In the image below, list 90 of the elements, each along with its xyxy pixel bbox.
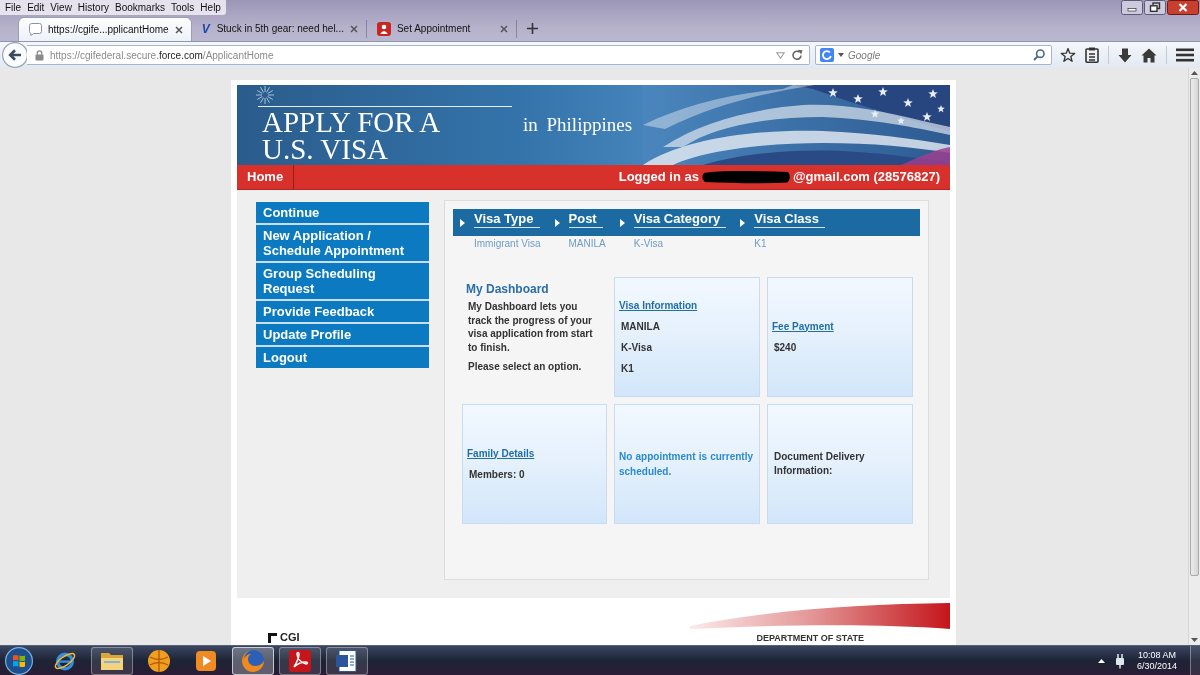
step-value: K1 bbox=[754, 238, 767, 250]
sidebar-link[interactable]: New Application / Schedule Appointment bbox=[256, 225, 429, 263]
browser-tab[interactable]: https://cgife...pplicantHome bbox=[18, 17, 192, 41]
login-label: Logged in as bbox=[618, 168, 699, 187]
step-label: Visa Class bbox=[754, 209, 826, 228]
clipboard-icon[interactable] bbox=[1085, 47, 1099, 63]
banner-title: APPLY FOR A U.S. VISA bbox=[262, 109, 441, 163]
card-text: MANILA bbox=[621, 320, 660, 333]
reload-button[interactable] bbox=[791, 49, 803, 61]
tab-close-button[interactable] bbox=[174, 25, 183, 34]
scroll-up-icon[interactable] bbox=[1191, 71, 1198, 75]
clock-time[interactable]: 10:08 AM bbox=[1136, 649, 1177, 661]
star-icon[interactable] bbox=[1060, 47, 1076, 63]
step-value: Immigrant Visa bbox=[474, 238, 541, 250]
menu-item[interactable]: Help bbox=[197, 0, 224, 15]
menu-item[interactable]: View bbox=[47, 0, 75, 15]
browser-tab[interactable]: V Stuck in 5th gear: need hel... bbox=[191, 20, 367, 38]
restore-button[interactable] bbox=[1144, 0, 1166, 15]
card-text: K-Visa bbox=[621, 341, 652, 354]
caret-icon[interactable] bbox=[838, 53, 844, 57]
search-icon[interactable] bbox=[1033, 49, 1045, 61]
search-engine-icon bbox=[820, 48, 834, 62]
globe-icon bbox=[241, 648, 265, 673]
department-text: DEPARTMENT OF STATE bbox=[756, 633, 864, 643]
taskbar-button[interactable] bbox=[232, 646, 274, 675]
home-icon[interactable] bbox=[1141, 47, 1157, 63]
close-button[interactable] bbox=[1167, 0, 1199, 15]
badge-icon bbox=[376, 22, 391, 36]
menu-item[interactable]: Tools bbox=[168, 0, 198, 15]
browser-tab[interactable]: Set Appointment bbox=[366, 20, 517, 38]
card-text: K1 bbox=[621, 362, 634, 375]
start-button[interactable] bbox=[5, 646, 33, 675]
menu-item[interactable]: Bookmarks bbox=[112, 0, 168, 15]
sidebar-link[interactable]: Update Profile bbox=[256, 324, 429, 347]
ribbon-tile-icon bbox=[288, 648, 312, 673]
taskbar-button[interactable] bbox=[279, 646, 321, 675]
show-desktop-button[interactable] bbox=[1190, 645, 1200, 675]
banner-location: in Philippines bbox=[523, 114, 633, 137]
logo-mark-icon bbox=[268, 633, 277, 643]
appointment-notice: No appointment is currently scheduled. bbox=[619, 450, 753, 479]
menu-item[interactable]: History bbox=[74, 0, 112, 15]
back-button[interactable] bbox=[2, 42, 28, 68]
tab-close-button[interactable] bbox=[349, 25, 358, 33]
document-icon bbox=[335, 648, 359, 673]
page-icon bbox=[29, 23, 42, 36]
home-link[interactable]: Home bbox=[237, 165, 295, 189]
card-link[interactable]: Visa Information bbox=[619, 299, 698, 312]
sidebar-link[interactable]: Provide Feedback bbox=[256, 301, 429, 324]
sidebar-link[interactable]: Group Scheduling Request bbox=[256, 263, 429, 301]
play-icon bbox=[194, 648, 218, 673]
scroll-down-icon[interactable] bbox=[1191, 638, 1198, 642]
step-caret-icon bbox=[554, 219, 560, 227]
taskbar-button[interactable] bbox=[91, 646, 133, 675]
power-plug-icon[interactable] bbox=[1113, 652, 1126, 669]
favicon-text: V bbox=[201, 22, 211, 36]
step-caret-icon bbox=[619, 219, 625, 227]
step-caret-icon bbox=[740, 219, 746, 227]
menu-item[interactable]: File bbox=[2, 0, 25, 15]
step-label: Visa Type bbox=[474, 209, 540, 228]
download-icon[interactable] bbox=[1118, 47, 1132, 63]
step-value: K-Visa bbox=[633, 238, 664, 250]
dashboard-title: My Dashboard bbox=[466, 282, 550, 296]
sidebar-link[interactable]: Continue bbox=[256, 202, 429, 225]
logo-text: CGI bbox=[280, 632, 300, 643]
dashboard-prompt: Please select an option. bbox=[468, 360, 583, 373]
clock-date[interactable]: 6/30/2014 bbox=[1136, 660, 1177, 672]
card-link[interactable]: Fee Payment bbox=[772, 320, 834, 333]
minimize-button[interactable] bbox=[1121, 0, 1143, 15]
card-text: Members: 0 bbox=[469, 468, 525, 481]
ball-icon bbox=[147, 648, 171, 673]
menu-icon[interactable] bbox=[1176, 48, 1194, 62]
step-label: Post bbox=[568, 209, 603, 228]
card-text: $240 bbox=[774, 341, 797, 354]
scrollbar-thumb[interactable] bbox=[1190, 78, 1199, 576]
sidebar-link[interactable]: Logout bbox=[256, 347, 429, 368]
address-field[interactable]: https://cgifederal.secure.force.com/ApplicantHome bbox=[27, 45, 810, 65]
tab-close-button[interactable] bbox=[499, 25, 508, 33]
card-text: Document Delivery Information: bbox=[774, 450, 866, 478]
login-email: @gmail.com (28576827) bbox=[792, 168, 940, 187]
card-link[interactable]: Family Details bbox=[467, 447, 535, 460]
step-value: MANILA bbox=[568, 238, 606, 250]
taskbar-button[interactable] bbox=[326, 646, 368, 675]
new-tab-button[interactable] bbox=[526, 23, 538, 34]
dashboard-description: My Dashboard lets you track the progress of your visa application from start to finish. bbox=[468, 300, 594, 354]
step-caret-icon bbox=[460, 219, 465, 227]
search-field[interactable]: Google bbox=[815, 45, 1052, 65]
tray-caret-icon[interactable] bbox=[1097, 658, 1105, 663]
menu-item[interactable]: Edit bbox=[24, 0, 48, 15]
dropdown-icon[interactable] bbox=[776, 51, 785, 59]
step-label: Visa Category bbox=[633, 209, 727, 228]
